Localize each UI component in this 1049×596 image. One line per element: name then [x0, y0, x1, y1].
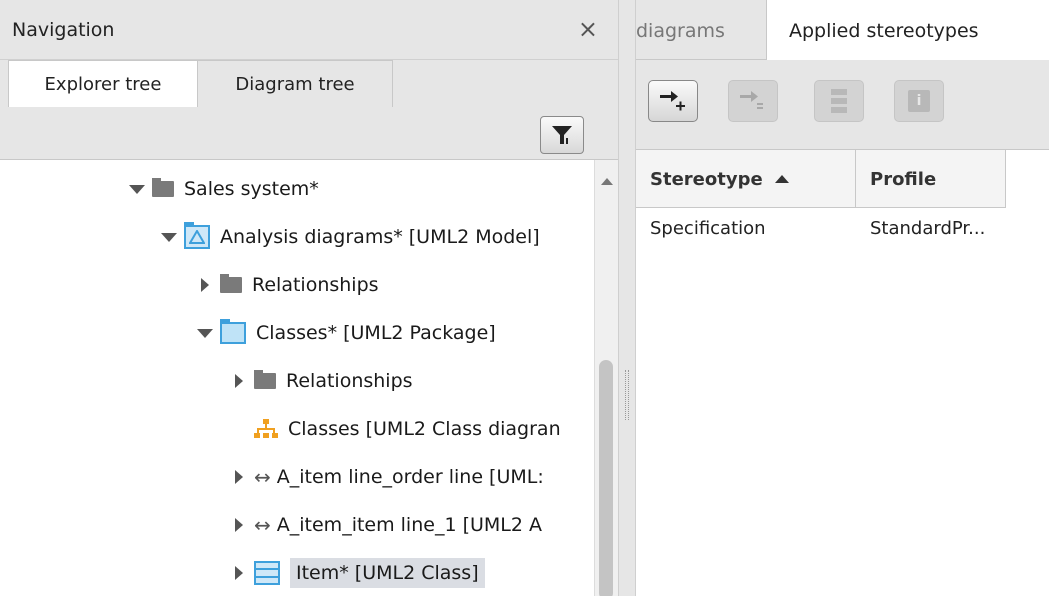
stereotype-table: Stereotype Profile Specification Standar… [636, 150, 1049, 596]
tree-item-label: Relationships [286, 370, 413, 392]
remove-stereotype-icon [740, 91, 763, 109]
collapse-toggle-icon[interactable] [230, 516, 248, 534]
navigation-panel: Navigation × Explorer tree Diagram tree … [0, 0, 618, 596]
panel-splitter[interactable] [618, 0, 636, 596]
add-stereotype-button[interactable] [648, 80, 698, 122]
tree-item-label: Sales system* [184, 178, 319, 200]
tab-diagram-tree[interactable]: Diagram tree [198, 60, 393, 108]
tree-scrollbar[interactable] [594, 160, 618, 596]
folder-icon [220, 274, 242, 293]
expand-toggle-icon[interactable] [128, 180, 146, 198]
tree-item-association[interactable]: ↔ A_item line_order line [UML: [230, 453, 544, 501]
navigation-header: Navigation × [0, 0, 618, 60]
info-icon: i [908, 90, 930, 112]
remove-stereotype-button[interactable] [728, 80, 778, 122]
association-icon: ↔ [254, 465, 271, 489]
tree-item-relationships[interactable]: Relationships [196, 261, 379, 309]
tree-item-relationships[interactable]: Relationships [230, 357, 413, 405]
class-diagram-icon [254, 418, 278, 440]
splitter-grip[interactable] [625, 370, 629, 420]
tree-item-association[interactable]: ↔ A_item_item line_1 [UML2 A [230, 501, 542, 549]
stack-button[interactable] [814, 80, 864, 122]
filter-icon [552, 126, 572, 144]
sort-ascending-icon [774, 175, 789, 183]
table-row[interactable]: Specification StandardPr... [636, 208, 1006, 248]
close-icon[interactable]: × [578, 14, 598, 44]
folder-icon [152, 178, 174, 197]
tree-item-label: Item* [UML2 Class] [290, 558, 485, 588]
collapse-toggle-icon[interactable] [230, 372, 248, 390]
association-icon: ↔ [254, 513, 271, 537]
class-icon [254, 561, 280, 585]
collapse-toggle-icon[interactable] [196, 276, 214, 294]
stereotype-toolbar: i [636, 60, 1049, 150]
scroll-thumb[interactable] [599, 360, 613, 596]
column-header-profile[interactable]: Profile [856, 150, 1006, 208]
tree-item-label: Classes [UML2 Class diagran [288, 418, 561, 440]
collapse-toggle-icon[interactable] [230, 564, 248, 582]
cell-stereotype: Specification [650, 217, 766, 239]
properties-panel: diagrams Applied stereotypes i Stereotyp… [636, 0, 1049, 596]
folder-icon [254, 370, 276, 389]
filter-bar [0, 107, 618, 160]
tab-applied-stereotypes[interactable]: Applied stereotypes [766, 0, 1049, 61]
collapse-toggle-icon[interactable] [230, 468, 248, 486]
tab-explorer-tree[interactable]: Explorer tree [8, 60, 198, 108]
package-icon [220, 319, 246, 344]
navigation-title: Navigation [12, 18, 115, 41]
filter-button[interactable] [540, 116, 584, 154]
explorer-tree: Sales system* Analysis diagrams* [UML2 M… [0, 160, 592, 596]
tree-item-analysis-diagrams[interactable]: Analysis diagrams* [UML2 Model] [160, 213, 540, 261]
tree-item-class-item[interactable]: Item* [UML2 Class] [230, 549, 592, 596]
tree-item-label: A_item_item line_1 [UML2 A [276, 514, 542, 536]
tree-item-sales-system[interactable]: Sales system* [128, 165, 319, 213]
tree-item-label: Classes* [UML2 Package] [256, 322, 496, 344]
tree-item-label: Relationships [252, 274, 379, 296]
right-tabs: diagrams Applied stereotypes [636, 0, 1049, 61]
tree-item-label: A_item line_order line [UML: [276, 466, 544, 488]
tree-item-class-diagram[interactable]: Classes [UML2 Class diagran [230, 405, 561, 453]
expand-toggle-icon[interactable] [160, 228, 178, 246]
navigation-tabs: Explorer tree Diagram tree [0, 60, 618, 108]
scroll-up-icon[interactable] [601, 178, 613, 185]
stack-icon [831, 89, 847, 113]
table-header: Stereotype Profile [636, 150, 1006, 208]
add-stereotype-icon [660, 91, 685, 111]
expand-toggle-icon[interactable] [196, 324, 214, 342]
tree-item-label: Analysis diagrams* [UML2 Model] [220, 226, 540, 248]
column-header-stereotype[interactable]: Stereotype [636, 150, 856, 208]
model-icon [184, 222, 210, 249]
tab-diagrams[interactable]: diagrams [636, 0, 766, 61]
tree-item-classes-package[interactable]: Classes* [UML2 Package] [196, 309, 496, 357]
info-button[interactable]: i [894, 80, 944, 122]
cell-profile: StandardPr... [870, 217, 986, 239]
